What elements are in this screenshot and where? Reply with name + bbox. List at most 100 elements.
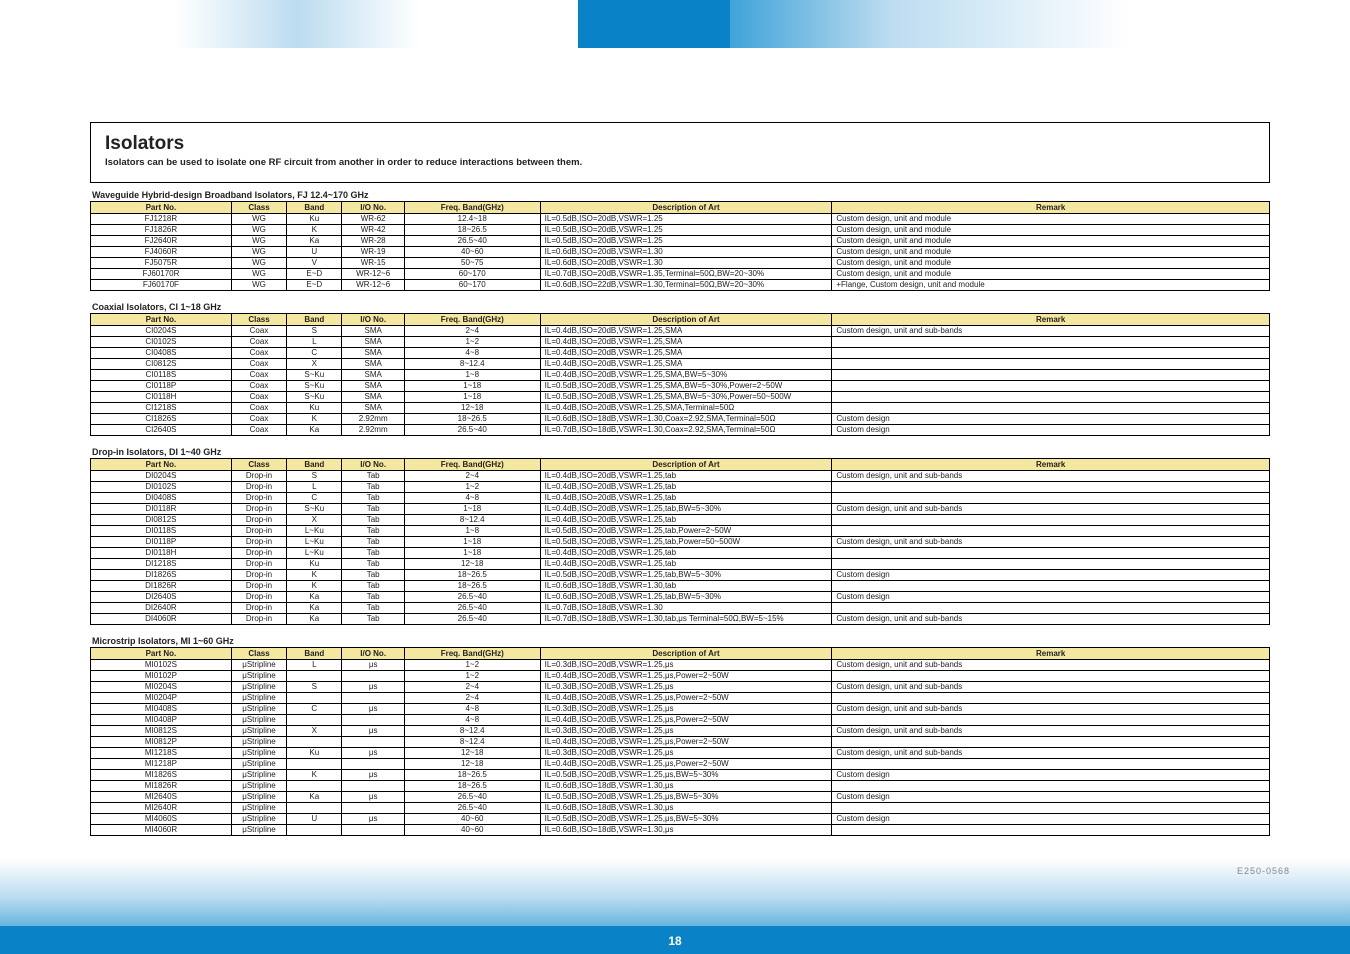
data-table: Part No.ClassBandI/O No.Freq. Band(GHz)D…	[90, 458, 1270, 625]
cell: E~D	[287, 280, 342, 291]
cell: IL=0.4dB,ISO=20dB,VSWR=1.25,tab,BW=5~30%	[540, 504, 832, 515]
table-row: MI0204SμStriplineSμs2~4IL=0.3dB,ISO=20dB…	[91, 682, 1270, 693]
table-row: MI1826RμStripline18~26.5IL=0.6dB,ISO=18d…	[91, 781, 1270, 792]
cell: L	[287, 337, 342, 348]
cell: μStripline	[231, 759, 286, 770]
title-line-2: Isolators can be used to isolate one RF …	[105, 157, 1255, 168]
cell: 4~8	[404, 704, 540, 715]
cell: Custom design	[832, 814, 1270, 825]
cell: K	[287, 414, 342, 425]
cell: 26.5~40	[404, 425, 540, 436]
cell: IL=0.5dB,ISO=20dB,VSWR=1.25,μs,BW=5~30%	[540, 814, 832, 825]
cell: WG	[231, 247, 286, 258]
data-table: Part No.ClassBandI/O No.Freq. Band(GHz)D…	[90, 313, 1270, 436]
cell: SMA	[342, 359, 404, 370]
cell: IL=0.5dB,ISO=20dB,VSWR=1.25,SMA,BW=5~30%…	[540, 381, 832, 392]
cell: Drop-in	[231, 592, 286, 603]
cell: Drop-in	[231, 526, 286, 537]
column-header: Freq. Band(GHz)	[404, 314, 540, 326]
cell	[832, 737, 1270, 748]
cell: Tab	[342, 614, 404, 625]
cell: μStripline	[231, 726, 286, 737]
cell: DI0118P	[91, 537, 232, 548]
cell: S	[287, 326, 342, 337]
table-row: DI0118PDrop-inL~KuTab1~18IL=0.5dB,ISO=20…	[91, 537, 1270, 548]
cell: 1~8	[404, 526, 540, 537]
cell: Drop-in	[231, 559, 286, 570]
cell: Coax	[231, 326, 286, 337]
cell: MI2640R	[91, 803, 232, 814]
cell	[832, 515, 1270, 526]
table-row: CI0812SCoaxXSMA8~12.4IL=0.4dB,ISO=20dB,V…	[91, 359, 1270, 370]
table-row: MI1826SμStriplineKμs18~26.5IL=0.5dB,ISO=…	[91, 770, 1270, 781]
cell	[832, 493, 1270, 504]
cell: 12.4~18	[404, 214, 540, 225]
table-row: MI0408PμStripline4~8IL=0.4dB,ISO=20dB,VS…	[91, 715, 1270, 726]
cell: Tab	[342, 570, 404, 581]
cell	[832, 348, 1270, 359]
cell: Ku	[287, 403, 342, 414]
cell: 12~18	[404, 403, 540, 414]
cell: 2.92mm	[342, 425, 404, 436]
cell: Drop-in	[231, 570, 286, 581]
cell: Tab	[342, 592, 404, 603]
cell: MI0204S	[91, 682, 232, 693]
column-header: I/O No.	[342, 648, 404, 660]
cell: IL=0.4dB,ISO=20dB,VSWR=1.25,SMA	[540, 326, 832, 337]
cell: Coax	[231, 359, 286, 370]
column-header: I/O No.	[342, 202, 404, 214]
cell: IL=0.5dB,ISO=20dB,VSWR=1.25,tab,Power=50…	[540, 537, 832, 548]
cell: L~Ku	[287, 537, 342, 548]
section: Waveguide Hybrid-design Broadband Isolat…	[90, 189, 1270, 291]
cell: μs	[342, 748, 404, 759]
cell: Tab	[342, 504, 404, 515]
cell: IL=0.4dB,ISO=20dB,VSWR=1.25,SMA,Terminal…	[540, 403, 832, 414]
cell: 4~8	[404, 493, 540, 504]
cell: IL=0.6dB,ISO=20dB,VSWR=1.30	[540, 258, 832, 269]
column-header: Remark	[832, 202, 1270, 214]
cell: 8~12.4	[404, 737, 540, 748]
table-row: MI0408SμStriplineCμs4~8IL=0.3dB,ISO=20dB…	[91, 704, 1270, 715]
cell	[287, 759, 342, 770]
cell: 18~26.5	[404, 570, 540, 581]
cell: Coax	[231, 337, 286, 348]
cell: IL=0.5dB,ISO=20dB,VSWR=1.25,SMA,BW=5~30%…	[540, 392, 832, 403]
cell: Coax	[231, 381, 286, 392]
cell: 1~18	[404, 504, 540, 515]
column-header: Description of Art	[540, 459, 832, 471]
column-header: Part No.	[91, 314, 232, 326]
cell: S~Ku	[287, 370, 342, 381]
cell: Custom design	[832, 414, 1270, 425]
header-fade-left	[175, 0, 420, 48]
cell: 2~4	[404, 326, 540, 337]
cell: IL=0.4dB,ISO=20dB,VSWR=1.25,μs,Power=2~5…	[540, 671, 832, 682]
cell	[342, 759, 404, 770]
cell: WR-28	[342, 236, 404, 247]
table-row: FJ60170FWGE~DWR-12~660~170IL=0.6dB,ISO=2…	[91, 280, 1270, 291]
cell: FJ2640R	[91, 236, 232, 247]
cell: 1~2	[404, 671, 540, 682]
header-band	[0, 0, 1350, 48]
cell: 60~170	[404, 269, 540, 280]
cell: 1~18	[404, 537, 540, 548]
cell: MI0102S	[91, 660, 232, 671]
cell: 18~26.5	[404, 770, 540, 781]
column-header: Part No.	[91, 459, 232, 471]
cell: FJ5075R	[91, 258, 232, 269]
cell: Custom design, unit and sub-bands	[832, 704, 1270, 715]
column-header: Freq. Band(GHz)	[404, 459, 540, 471]
cell: S	[287, 471, 342, 482]
cell: MI4060S	[91, 814, 232, 825]
cell: Ka	[287, 592, 342, 603]
cell: SMA	[342, 348, 404, 359]
table-row: CI0118SCoaxS~KuSMA1~8IL=0.4dB,ISO=20dB,V…	[91, 370, 1270, 381]
column-header: Band	[287, 648, 342, 660]
column-header: Remark	[832, 314, 1270, 326]
cell: IL=0.6dB,ISO=20dB,VSWR=1.25,tab,BW=5~30%	[540, 592, 832, 603]
column-header: Freq. Band(GHz)	[404, 202, 540, 214]
cell: C	[287, 493, 342, 504]
table-row: MI2640SμStriplineKaμs26.5~40IL=0.5dB,ISO…	[91, 792, 1270, 803]
cell: WG	[231, 258, 286, 269]
cell: Custom design	[832, 770, 1270, 781]
cell: WR-62	[342, 214, 404, 225]
